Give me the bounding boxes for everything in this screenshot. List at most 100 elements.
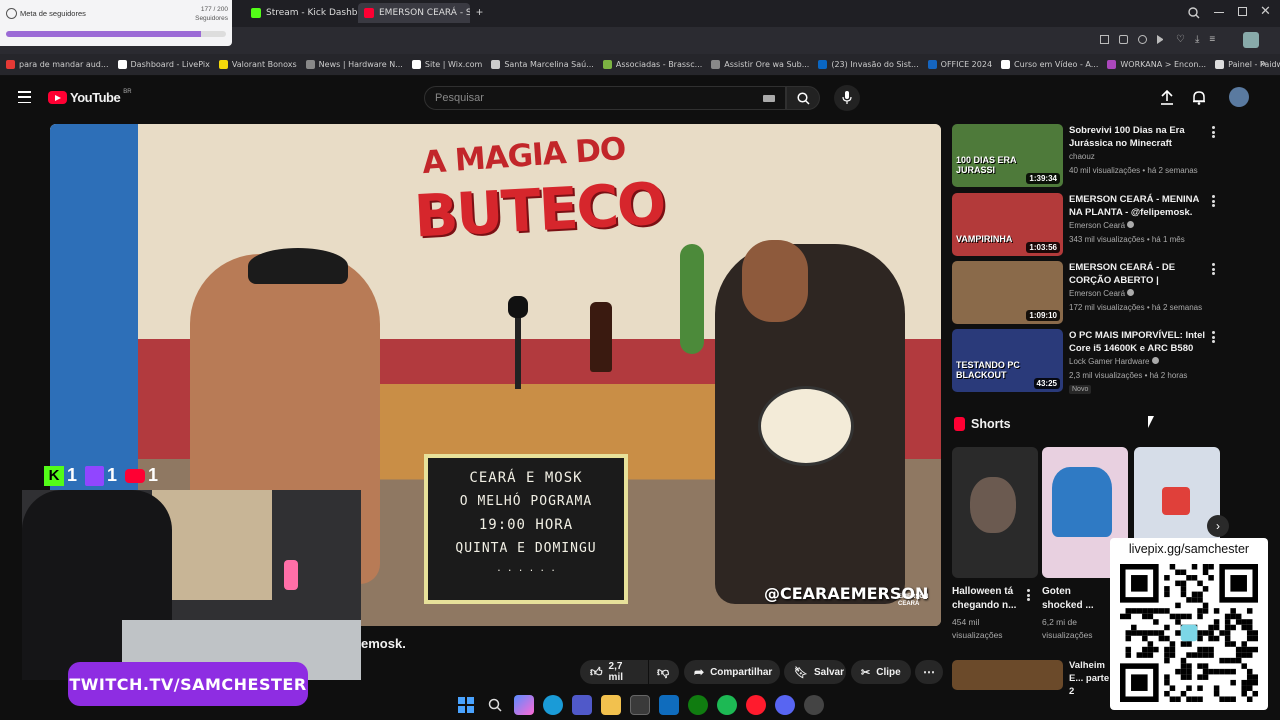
play-icon[interactable] — [1157, 35, 1166, 44]
minimize-button[interactable] — [1214, 12, 1224, 13]
bookmark-item[interactable]: OFFICE 2024 — [927, 60, 992, 69]
search-tabs-icon[interactable] — [1188, 6, 1200, 24]
heart-icon[interactable]: ♡ — [1176, 35, 1185, 45]
discord-icon[interactable] — [775, 695, 795, 715]
opera-gx-icon[interactable] — [746, 695, 766, 715]
video-thumbnail[interactable]: TESTANDO PC BLACKOUT 43:25 — [952, 329, 1063, 392]
menu-icon[interactable]: ≡ — [1209, 35, 1215, 45]
shield-icon[interactable] — [1138, 35, 1147, 44]
keyboard-icon[interactable] — [763, 95, 775, 102]
bookmark-item[interactable]: WORKANA > Encon... — [1107, 60, 1206, 69]
dislike-button[interactable]: 👎︎ — [649, 660, 679, 684]
toolbar-extension-icons: ♡ ⤓ ≡ — [1100, 35, 1215, 45]
video-thumbnail[interactable]: 100 DIAS ERA JURASSI 1:39:34 — [952, 124, 1063, 187]
share-button[interactable]: ➦ Compartilhar — [684, 660, 780, 684]
platform-counters: K 1 1 1 — [44, 465, 158, 486]
edit-icon[interactable] — [1100, 35, 1109, 44]
bookmark-favicon-icon — [818, 60, 828, 69]
bookmark-item[interactable]: Assistir Ore wa Sub... — [711, 60, 809, 69]
goal-count: 177 / 200 — [200, 6, 228, 13]
recommended-video[interactable]: 100 DIAS ERA JURASSI 1:39:34 Sobrevivi 100… — [952, 124, 1217, 188]
clip-label: Clipe — [876, 666, 901, 678]
search-input[interactable]: Pesquisar — [424, 86, 786, 110]
microsoft-store-icon[interactable] — [630, 695, 650, 715]
xbox-icon[interactable] — [688, 695, 708, 715]
youtube-logo[interactable]: YouTube BR — [48, 89, 132, 105]
bookmark-item[interactable]: Valorant Bonoxs — [218, 60, 297, 69]
file-explorer-icon[interactable] — [601, 695, 621, 715]
search-button[interactable] — [786, 86, 820, 110]
clip-button[interactable]: ✂ Clipe — [851, 660, 911, 684]
bookmarks-overflow-icon[interactable]: » — [1260, 58, 1266, 70]
settings-icon[interactable] — [804, 695, 824, 715]
copilot-icon[interactable] — [514, 695, 534, 715]
like-button[interactable]: 👍︎ 2,7 mil — [580, 660, 648, 684]
bookmark-item[interactable]: Associadas - Brassc... — [602, 60, 702, 69]
follower-goal-widget: Meta de seguidores 177 / 200 Seguidores — [0, 0, 232, 46]
bookmark-item[interactable]: Painel - Paidwork — [1215, 60, 1280, 69]
notifications-bell-icon[interactable] — [1192, 90, 1206, 110]
channel-label: Emerson Ceará — [1069, 289, 1126, 298]
next-video-thumbnail[interactable] — [952, 660, 1063, 690]
outlook-icon[interactable] — [659, 695, 679, 715]
channel-name[interactable]: Lock Gamer Hardware — [1069, 357, 1159, 366]
bookmark-favicon-icon — [711, 60, 721, 69]
save-button[interactable]: 🔖︎ Salvar — [784, 660, 846, 684]
thumbnail-caption: VAMPIRINHA — [956, 234, 1013, 244]
video-thumbnail[interactable]: 1:09:10 — [952, 261, 1063, 324]
short-thumbnail[interactable] — [952, 447, 1038, 578]
video-title[interactable]: Sobrevivi 100 Dias na Era Jurássica no M… — [1069, 124, 1205, 150]
edge-browser-icon[interactable] — [543, 695, 563, 715]
video-thumbnail[interactable]: VAMPIRINHA 1:03:56 — [952, 193, 1063, 256]
taskbar-search-icon[interactable] — [485, 695, 505, 715]
bookmark-item[interactable]: Santa Marcelina Saú... — [491, 60, 594, 69]
windows-start-icon[interactable] — [456, 695, 476, 715]
hamburger-menu-icon[interactable] — [18, 91, 31, 103]
teams-icon[interactable] — [572, 695, 592, 715]
recommended-video[interactable]: VAMPIRINHA 1:03:56 EMERSON CEARÁ - MENINA … — [952, 193, 1217, 257]
more-vert-icon[interactable] — [1211, 263, 1215, 275]
maximize-button[interactable] — [1238, 7, 1247, 16]
bookmark-item[interactable]: Dashboard - LivePix — [117, 60, 210, 69]
close-window-button[interactable]: ✕ — [1260, 3, 1271, 19]
upload-icon[interactable] — [1160, 89, 1174, 110]
short-title[interactable]: Goten shocked ... — [1042, 585, 1114, 613]
tab-youtube-video[interactable]: EMERSON CEARÁ - SOU... — [358, 3, 470, 23]
recommended-video[interactable]: TESTANDO PC BLACKOUT 43:25 O PC MAIS IMPOR… — [952, 329, 1217, 394]
camera-icon[interactable] — [1119, 35, 1128, 44]
more-vert-icon[interactable] — [1211, 331, 1215, 343]
video-duration: 1:09:10 — [1026, 310, 1060, 321]
bookmark-item[interactable]: Site | Wix.com — [411, 60, 482, 69]
voice-search-button[interactable] — [834, 85, 860, 111]
profile-avatar[interactable] — [1243, 32, 1259, 48]
more-vert-icon[interactable] — [1211, 126, 1215, 138]
bookmark-item[interactable]: (23) Invasão do Sist... — [818, 60, 919, 69]
more-vert-icon[interactable] — [1024, 589, 1030, 601]
channel-label: Lock Gamer Hardware — [1069, 357, 1150, 366]
new-tab-button[interactable]: + — [476, 6, 488, 18]
kick-icon — [251, 8, 261, 18]
download-icon[interactable]: ⤓ — [1195, 35, 1199, 45]
search-placeholder: Pesquisar — [435, 92, 484, 104]
shorts-next-arrow-icon[interactable]: › — [1207, 515, 1229, 537]
account-avatar[interactable] — [1229, 87, 1249, 107]
bookmark-item[interactable]: para de mandar aud... — [6, 60, 109, 69]
more-icon: ⋯ — [923, 665, 935, 679]
channel-name[interactable]: chaouz — [1069, 152, 1095, 161]
goal-progress-fill — [6, 31, 201, 37]
video-title[interactable]: O PC MAIS IMPORVÍVEL: Intel Core i5 1460… — [1069, 329, 1205, 356]
channel-name[interactable]: Emerson Ceará — [1069, 289, 1135, 298]
bookmark-item[interactable]: Curso em Vídeo - A... — [1001, 60, 1098, 69]
next-video-title[interactable]: Valheim E... parte 2 — [1069, 659, 1111, 698]
video-title[interactable]: EMERSON CEARÁ - MENINA NA PLANTA - @feli… — [1069, 193, 1205, 219]
more-actions-button[interactable]: ⋯ — [915, 660, 943, 684]
tab-kick-dashboard[interactable]: Stream - Kick Dashboard — [245, 3, 357, 23]
video-meta: 40 mil visualizações • há 2 semanas — [1069, 166, 1198, 175]
video-title[interactable]: EMERSON CEARÁ - DE CORÇÃO ABERTO | @feli… — [1069, 261, 1205, 288]
spotify-icon[interactable] — [717, 695, 737, 715]
bookmark-item[interactable]: News | Hardware N... — [305, 60, 403, 69]
recommended-video[interactable]: 1:09:10 EMERSON CEARÁ - DE CORÇÃO ABERTO … — [952, 261, 1217, 325]
more-vert-icon[interactable] — [1211, 195, 1215, 207]
channel-name[interactable]: Emerson Ceará — [1069, 221, 1135, 230]
short-title[interactable]: Halloween tá chegando n... — [952, 585, 1024, 613]
